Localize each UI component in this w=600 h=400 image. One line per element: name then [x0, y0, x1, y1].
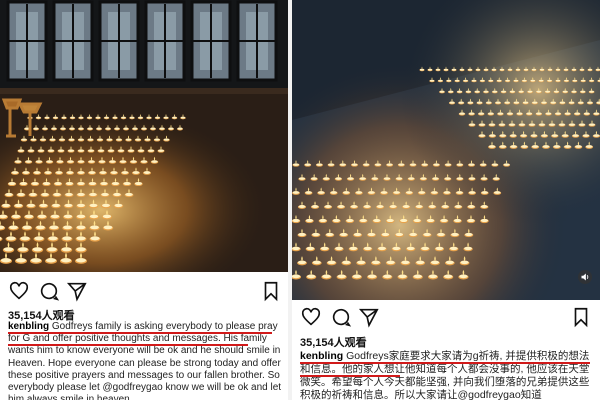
comment-icon[interactable] — [330, 306, 352, 328]
highlight-underline — [8, 344, 248, 346]
username-link[interactable]: kenbling — [300, 350, 343, 362]
left-action-bar — [0, 280, 288, 304]
share-icon[interactable] — [66, 280, 88, 302]
left-post-panel: 35,154人观看 kenbling Godfreys family is as… — [0, 0, 288, 400]
heart-icon[interactable] — [8, 280, 30, 302]
highlight-underline — [300, 362, 590, 364]
mute-icon[interactable] — [578, 270, 592, 284]
left-post-photo — [0, 0, 288, 272]
username-link[interactable]: kenbling — [8, 321, 49, 332]
right-post-photo — [292, 0, 600, 300]
bookmark-icon[interactable] — [260, 280, 282, 302]
bookmark-icon[interactable] — [570, 306, 592, 328]
highlight-underline — [8, 332, 272, 334]
right-action-bar — [292, 306, 600, 330]
share-icon[interactable] — [358, 306, 380, 328]
comment-icon[interactable] — [38, 280, 60, 302]
heart-icon[interactable] — [300, 306, 322, 328]
view-count: 35,154人观看 — [300, 337, 367, 349]
right-post-panel: 35,154人观看 kenbling Godfreys家庭要求大家请为g祈祷, … — [292, 0, 600, 400]
highlight-underline — [300, 375, 400, 377]
